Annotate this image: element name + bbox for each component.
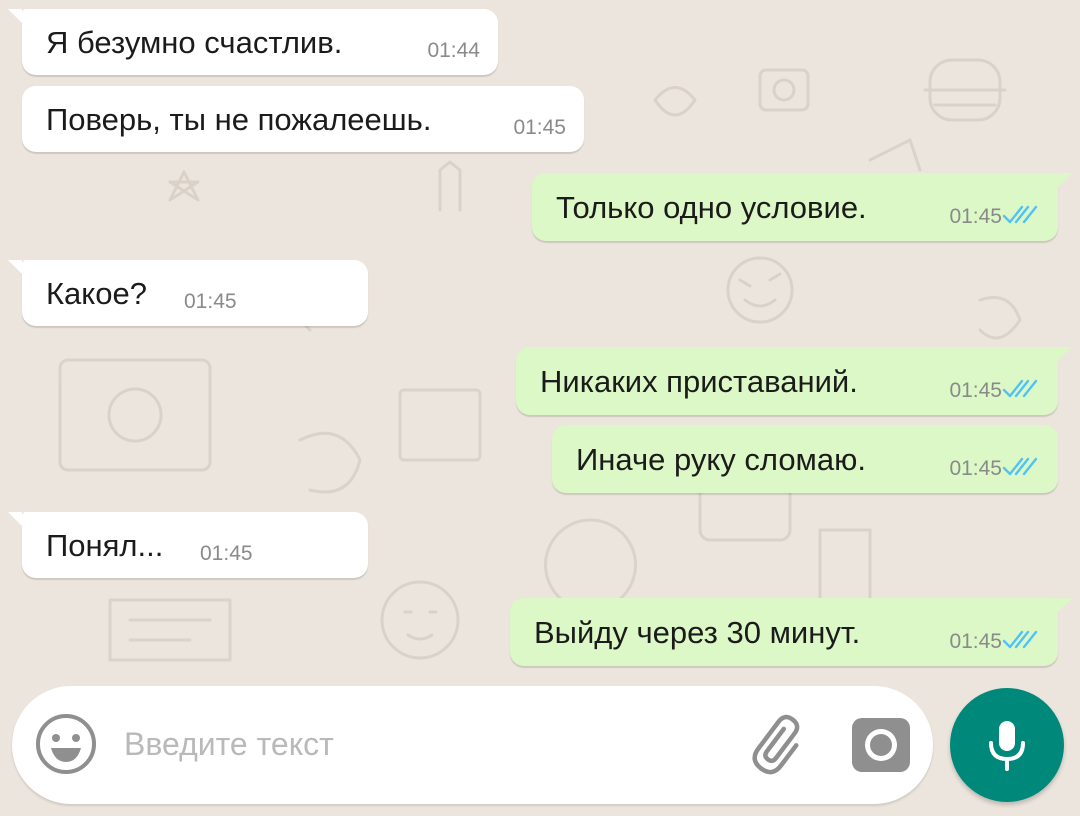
chat-area[interactable]: Я безумно счастлив. 01:44 Поверь, ты не … [0, 0, 1080, 816]
message-text: Какое? [46, 275, 147, 311]
message-bubble-outgoing[interactable]: Только одно условие. 01:45 [532, 173, 1072, 241]
bubble-tail [1058, 173, 1072, 187]
message-bubble-incoming[interactable]: Какое? 01:45 [8, 260, 368, 326]
message-time: 01:45 [513, 116, 566, 139]
message-bubble-incoming[interactable]: Я безумно счастлив. 01:44 [8, 9, 498, 75]
message-text: Поверь, ты не пожалеешь. [46, 101, 432, 137]
microphone-button[interactable] [950, 688, 1064, 802]
emoji-icon[interactable] [34, 712, 98, 776]
bubble-tail [1058, 598, 1072, 612]
message-text: Только одно условие. [556, 189, 867, 225]
message-bubble-incoming[interactable]: Понял... 01:45 [8, 512, 368, 578]
message-input[interactable]: Введите текст [124, 728, 334, 760]
message-time: 01:45 [949, 457, 1002, 480]
read-ticks-icon [1002, 457, 1038, 476]
bubble-tail [1058, 347, 1072, 361]
message-text: Выйду через 30 минут. [534, 614, 861, 650]
message-time: 01:45 [949, 630, 1002, 653]
camera-icon[interactable] [850, 714, 912, 776]
bubble-tail [8, 9, 22, 23]
microphone-icon [989, 721, 1025, 771]
message-composer: Введите текст [12, 686, 933, 804]
message-time: 01:45 [200, 542, 253, 565]
message-text: Иначе руку сломаю. [576, 441, 866, 477]
message-bubble-outgoing[interactable]: Иначе руку сломаю. 01:45 [552, 425, 1058, 493]
bubble-tail [8, 512, 22, 526]
paperclip-icon[interactable] [742, 710, 812, 780]
message-time: 01:45 [949, 379, 1002, 402]
bubble-tail [8, 260, 22, 274]
message-bubble-outgoing[interactable]: Выйду через 30 минут. 01:45 [510, 598, 1072, 666]
message-time: 01:44 [427, 39, 480, 62]
message-bubble-incoming[interactable]: Поверь, ты не пожалеешь. 01:45 [22, 86, 584, 152]
message-text: Я безумно счастлив. [46, 24, 343, 60]
message-time: 01:45 [184, 290, 237, 313]
message-time: 01:45 [949, 205, 1002, 228]
message-bubble-outgoing[interactable]: Никаких приставаний. 01:45 [516, 347, 1072, 415]
read-ticks-icon [1002, 630, 1038, 649]
message-text: Понял... [46, 527, 164, 563]
read-ticks-icon [1002, 379, 1038, 398]
message-text: Никаких приставаний. [540, 363, 858, 399]
read-ticks-icon [1002, 205, 1038, 224]
